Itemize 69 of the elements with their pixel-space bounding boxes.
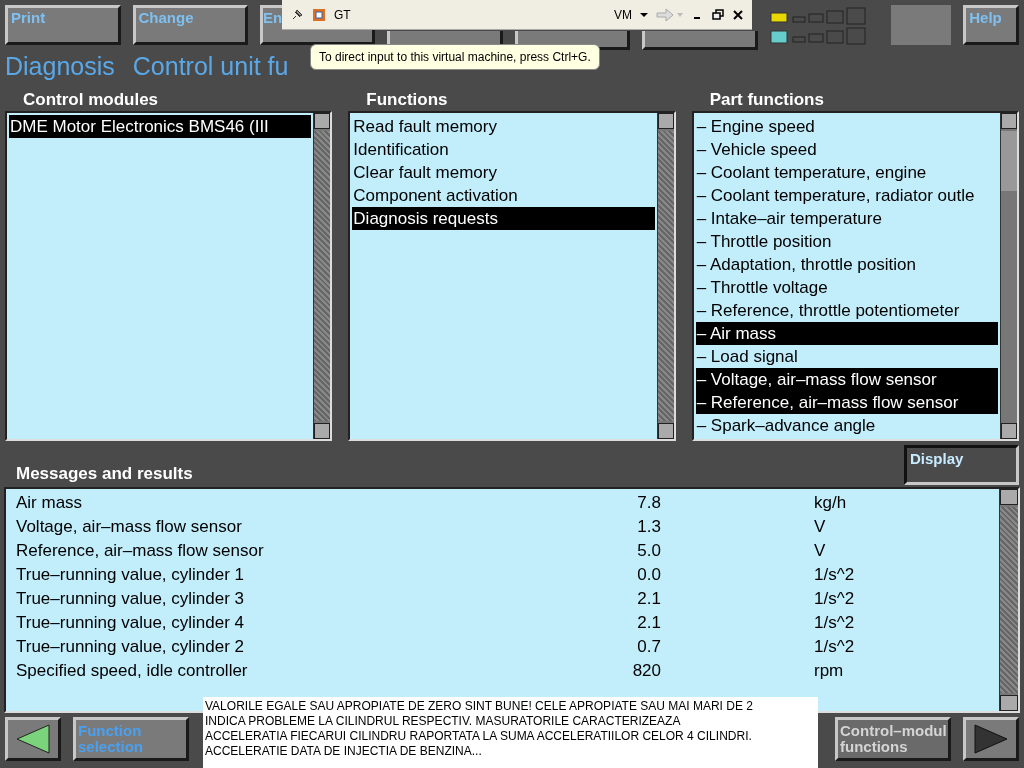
list-item[interactable]: – Throttle voltage [695,276,998,299]
display-button[interactable]: Display [904,445,1019,485]
result-value: 5.0 [636,540,661,562]
result-value: 2.1 [636,612,661,634]
result-value: 0.7 [636,636,661,658]
result-name: True–running value, cylinder 3 [16,588,246,610]
list-item[interactable]: – Air mass [695,322,998,345]
result-unit: V [814,516,826,538]
result-name: Reference, air–mass flow sensor [16,540,265,562]
scrollbar[interactable] [1000,113,1017,439]
toolbar-button[interactable] [642,31,758,50]
scrollbar[interactable] [999,489,1018,711]
list-item[interactable]: – Adaptation, throttle position [695,253,998,276]
result-name: Air mass [16,492,84,514]
heading-subtitle: Control unit fu [132,52,289,82]
result-name: True–running value, cylinder 1 [16,564,246,586]
result-unit: V [814,540,826,562]
result-value: 820 [631,660,661,682]
result-name: True–running value, cylinder 4 [16,612,246,634]
list-item[interactable]: Clear fault memory [352,161,655,184]
scrollbar[interactable] [313,113,331,439]
list-item[interactable]: – Voltage, air–mass flow sensor [695,368,998,391]
list-item[interactable]: Read fault memory [352,115,655,138]
scrollbar[interactable] [656,113,674,439]
list-item[interactable]: – Intake–air temperature [695,207,998,230]
panel-title: Functions [365,90,449,111]
panel-title: Control modules [22,90,160,111]
vm-menu[interactable]: VM [614,7,632,22]
result-unit: 1/s^2 [814,564,855,586]
list-item[interactable]: DME Motor Electronics BMS46 (III [9,115,312,138]
result-name: True–running value, cylinder 2 [16,636,246,658]
right-arrow-icon [973,724,1009,754]
results-title: Messages and results [15,464,193,485]
left-arrow-icon [15,724,51,754]
restore-icon[interactable] [712,8,724,21]
list-item[interactable]: – Throttle position [695,230,998,253]
result-unit: kg/h [814,492,847,514]
result-name: Specified speed, idle controller [16,660,249,682]
list-item[interactable]: – Reference, air–mass flow sensor [695,391,998,414]
result-unit: rpm [814,660,844,682]
caret-icon [640,11,648,18]
nav-arrow-button[interactable] [963,717,1019,761]
result-value: 7.8 [636,492,661,514]
list-item[interactable]: Diagnosis requests [352,207,655,230]
heading-title: Diagnosis [5,52,115,82]
list-item[interactable]: – Reference, throttle potentiometer [695,299,998,322]
list-item[interactable]: – Coolant temperature, radiator outle [695,184,998,207]
list-item[interactable]: – Vehicle speed [695,138,998,161]
result-name: Voltage, air–mass flow sensor [16,516,243,538]
nav-arrow-button[interactable] [5,717,61,761]
result-unit: 1/s^2 [814,636,855,658]
list-item[interactable]: – Spark–advance angle [695,414,998,437]
result-unit: 1/s^2 [814,588,855,610]
list-item[interactable]: – Load signal [695,345,998,368]
tooltip: To direct input to this virtual machine, press Ctrl+G. [310,44,600,70]
result-value: 1.3 [636,516,661,538]
result-value: 2.1 [636,588,661,610]
result-unit: 1/s^2 [814,612,855,634]
vm-icon [312,7,326,22]
list-item[interactable]: – Engine speed [695,115,998,138]
result-value: 0.0 [636,564,661,586]
pin-icon[interactable] [290,7,304,22]
note-popup: VALORILE EGALE SAU APROPIATE DE ZERO SINT BUNE! CELE APROPIATE SAU MAI MARI DE 2 INDICA PROBLEME LA CILINDRUL RESPECTIV. MASURATORILE CARACTERIZEAZA ACCELERATIA FIECARUI CILINDRU RAPORTATA LA SUMA ACCELERATIILOR CELOR 4 CILINDRI. ACCELERATIE DATA DE INJECTIA DE BENZINA... [203,697,818,768]
list-item[interactable]: – Coolant temperature, engine [695,161,998,184]
list-item[interactable]: Identification [352,138,655,161]
close-icon[interactable] [732,8,744,21]
vm-title: GT [334,7,352,22]
panel-title: Part functions [708,90,825,111]
list-item[interactable]: Component activation [352,184,655,207]
